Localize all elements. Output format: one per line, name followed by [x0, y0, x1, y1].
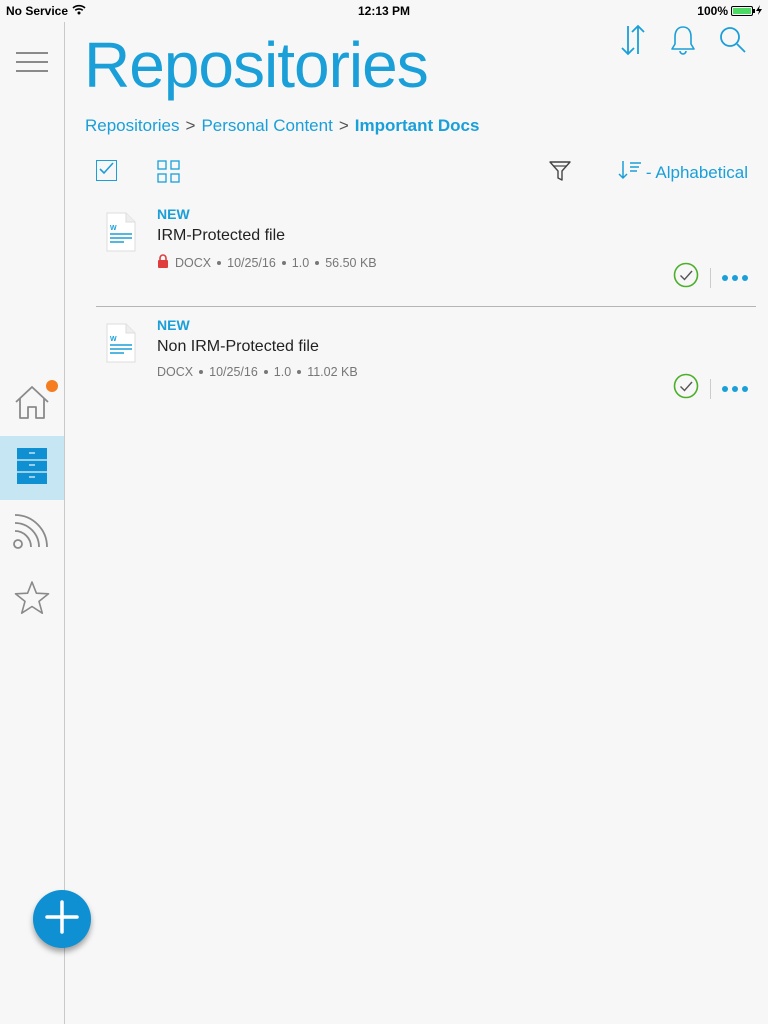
file-name: Non IRM-Protected file [157, 338, 319, 355]
more-options-icon[interactable] [722, 274, 748, 281]
breadcrumb-item-important-docs: Important Docs [354, 116, 480, 135]
rail-home-button[interactable] [0, 372, 64, 436]
file-row[interactable]: W NEW IRM-Protected file DOCX 10/25/16 1… [96, 196, 756, 306]
meta-separator [315, 260, 320, 265]
status-bar: No Service 12:13 PM 100% [0, 0, 768, 22]
svg-text:W: W [110, 336, 117, 343]
breadcrumb-separator: > [338, 116, 349, 135]
word-document-icon: W [106, 212, 136, 257]
charging-icon [756, 4, 762, 18]
hamburger-icon [16, 51, 48, 77]
row-actions [673, 373, 748, 404]
file-size: 11.02 KB [307, 365, 358, 379]
list-toolbar: - Alphabetical [96, 158, 748, 184]
breadcrumb-separator: > [185, 116, 196, 135]
page-title: Repositories [84, 29, 429, 101]
meta-separator [263, 370, 268, 374]
meta-separator [281, 260, 286, 265]
sort-icon [620, 24, 646, 61]
file-meta: DOCX 10/25/16 1.0 56.50 KB [157, 254, 377, 271]
breadcrumb-item-repositories[interactable]: Repositories [85, 116, 180, 136]
synced-check-icon[interactable] [673, 373, 699, 404]
word-document-icon: W [106, 323, 136, 368]
file-version: 1.0 [291, 255, 310, 270]
feed-icon [13, 511, 51, 554]
add-button[interactable] [33, 890, 91, 948]
grid-view-button[interactable] [157, 160, 180, 188]
search-icon [719, 26, 747, 59]
new-badge: NEW [157, 317, 190, 333]
header-actions [618, 24, 748, 61]
row-actions [673, 262, 748, 293]
filter-icon [549, 161, 571, 186]
meta-separator [297, 370, 302, 374]
grid-icon [157, 160, 180, 187]
checkmark-icon [99, 161, 114, 180]
battery-icon [731, 6, 755, 16]
action-divider [710, 378, 711, 399]
home-icon [13, 383, 51, 426]
sort-label: - Alphabetical [645, 162, 748, 182]
breadcrumb: Repositories > Personal Content > Import… [85, 116, 479, 136]
rail-feed-button[interactable] [0, 500, 64, 564]
file-name: IRM-Protected file [157, 227, 286, 244]
file-meta: DOCX 10/25/16 1.0 11.02 KB [157, 365, 358, 379]
repositories-icon [17, 447, 47, 489]
status-right: 100% [697, 4, 762, 18]
sort-order-button[interactable] [618, 24, 648, 61]
new-badge: NEW [157, 206, 190, 222]
breadcrumb-item-personal-content[interactable]: Personal Content [201, 116, 332, 136]
meta-separator [217, 260, 222, 265]
notifications-button[interactable] [668, 25, 698, 60]
more-options-icon[interactable] [722, 385, 748, 392]
plus-icon [45, 899, 79, 939]
favorites-icon [14, 580, 50, 621]
synced-check-icon[interactable] [673, 262, 699, 293]
filter-button[interactable] [549, 160, 571, 187]
file-size: 56.50 KB [325, 255, 377, 270]
meta-separator [199, 370, 204, 374]
file-list: W NEW IRM-Protected file DOCX 10/25/16 1… [96, 196, 756, 416]
select-all-checkbox[interactable] [96, 160, 117, 181]
bell-icon [670, 25, 696, 60]
clock: 12:13 PM [357, 4, 411, 18]
sort-dropdown[interactable]: - Alphabetical [618, 160, 748, 185]
side-rail [0, 22, 65, 1024]
file-type: DOCX [175, 255, 212, 270]
lock-icon [157, 254, 169, 271]
home-notification-dot [46, 380, 58, 392]
file-type: DOCX [157, 365, 194, 379]
file-version: 1.0 [273, 365, 292, 379]
file-date: 10/25/16 [227, 255, 276, 270]
battery-percent: 100% [697, 4, 728, 18]
action-divider [710, 267, 711, 288]
file-date: 10/25/16 [209, 365, 258, 379]
menu-button[interactable] [0, 32, 64, 96]
search-button[interactable] [718, 26, 748, 58]
svg-text:W: W [110, 225, 117, 232]
rail-repositories-button[interactable] [0, 436, 64, 500]
rail-favorites-button[interactable] [0, 568, 64, 632]
file-row[interactable]: W NEW Non IRM-Protected file DOCX 10/25/… [96, 306, 756, 416]
sort-alphabetical-icon [618, 160, 642, 185]
